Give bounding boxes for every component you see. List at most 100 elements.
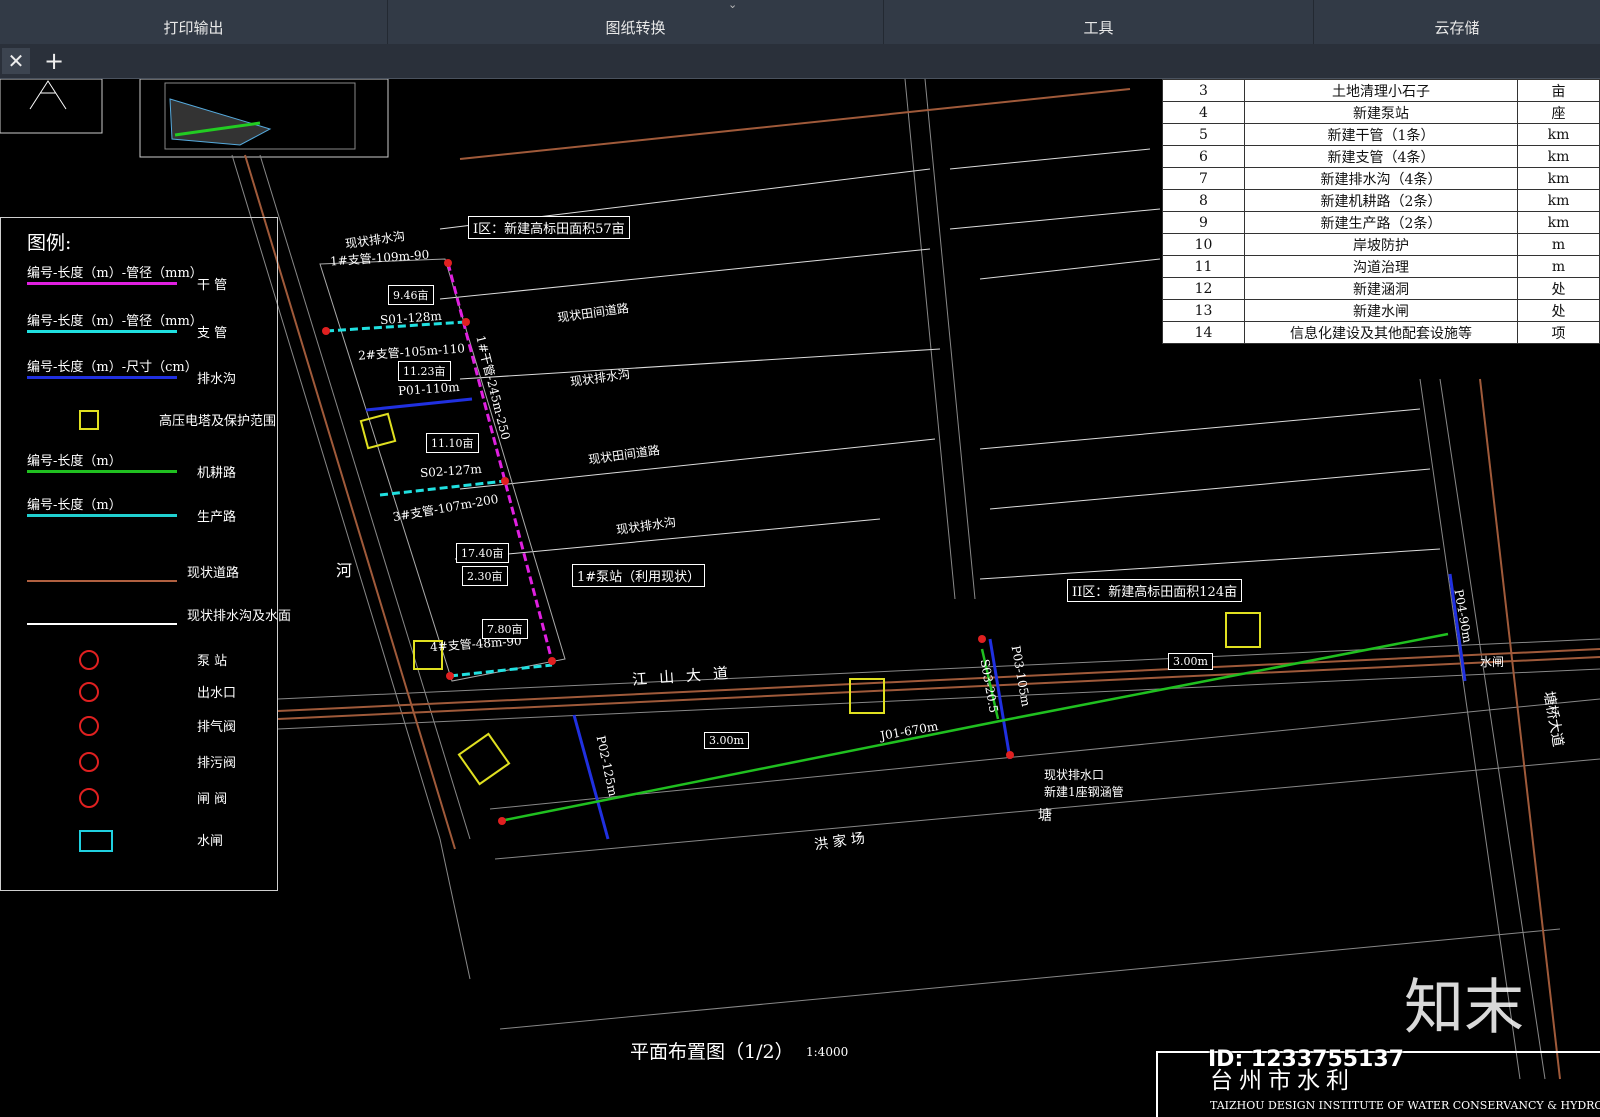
sluice-label: 水闸 (1480, 655, 1505, 669)
pump-station-label: 1#泵站（利用现状） (572, 564, 706, 587)
row-number: 5 (1162, 123, 1245, 146)
legend-item-label: 排气阀 (197, 720, 237, 735)
row-item: 信息化建设及其他配套设施等 (1244, 321, 1518, 344)
legend-symbol (27, 470, 177, 473)
row-unit: m (1516, 255, 1600, 278)
width-label-1: 3.00m (704, 732, 749, 749)
legend-symbol (79, 682, 99, 702)
legend-sample-text: 编号-长度（m）-管径（mm） (27, 314, 203, 329)
legend-item-label: 机耕路 (197, 466, 237, 481)
table-row: 14 信息化建设及其他配套设施等项 (1162, 321, 1600, 344)
row-item: 新建涵洞 (1244, 277, 1518, 300)
menu-tools[interactable]: 工具 (884, 0, 1314, 44)
legend-symbol (79, 410, 99, 430)
row-unit: km (1516, 189, 1600, 212)
row-unit: 处 (1516, 277, 1600, 300)
row-number: 13 (1162, 299, 1245, 322)
width-label-2: 3.00m (1168, 653, 1213, 670)
legend-item-label: 支 管 (197, 326, 228, 341)
add-tab-icon[interactable]: + (40, 47, 68, 75)
row-item: 新建泵站 (1244, 101, 1518, 124)
legend-sample-text: 编号-长度（m）-管径（mm） (27, 266, 203, 281)
legend-symbol (27, 514, 177, 517)
legend-item-label: 生产路 (197, 510, 237, 525)
area-label-4: 17.40亩 (456, 543, 509, 563)
row-number: 12 (1162, 277, 1245, 300)
pond-label: 塘 (1038, 808, 1052, 824)
legend-symbol (27, 282, 177, 285)
row-unit: km (1516, 211, 1600, 234)
row-unit: 亩 (1516, 79, 1600, 102)
legend-item-label: 泵 站 (197, 654, 228, 669)
legend-item-label: 排污阀 (197, 756, 237, 771)
row-number: 8 (1162, 189, 1245, 212)
row-item: 新建机耕路（2条） (1244, 189, 1518, 212)
north-arrow-icon (29, 80, 67, 110)
row-unit: 项 (1516, 321, 1600, 344)
area-label-5: 2.30亩 (462, 566, 508, 586)
row-number: 6 (1162, 145, 1245, 168)
table-row: 5 新建干管（1条） km (1162, 123, 1600, 146)
legend: 图例: 编号-长度（m）-管径（mm）干 管编号-长度（m）-管径（mm）支 管… (0, 217, 291, 891)
legend-symbol (27, 330, 177, 333)
drawing-canvas[interactable]: 3 土地清理小石子亩 4 新建泵站座 5 新建干管（1条） km 6 新建支管（4条） km 7 新建… (0, 79, 1600, 1117)
drains (365, 397, 1467, 840)
close-icon[interactable]: ✕ (2, 48, 30, 74)
menu-cloud-storage[interactable]: 云存储 (1314, 0, 1600, 44)
legend-item-label: 干 管 (197, 278, 228, 293)
row-item: 新建支管（4条） (1244, 145, 1518, 168)
legend-title: 图例: (27, 232, 72, 254)
menu-print-output[interactable]: 打印输出 (0, 0, 388, 44)
row-number: 7 (1162, 167, 1245, 190)
row-number: 14 (1162, 321, 1245, 344)
legend-sample-text: 编号-长度（m） (27, 498, 122, 513)
row-unit: 座 (1516, 101, 1600, 124)
company-name-en: TAIZHOU DESIGN INSTITUTE OF WATER CONSER… (1210, 1099, 1600, 1112)
legend-item-label: 水闸 (197, 834, 224, 849)
quantity-table: 3 土地清理小石子亩 4 新建泵站座 5 新建干管（1条） km 6 新建支管（4条） km 7 新建… (1162, 79, 1600, 344)
legend-symbol (27, 580, 177, 582)
legend-item-label: 闸 阀 (197, 792, 228, 807)
menu-drawing-convert[interactable]: 图纸转换 (388, 0, 884, 44)
row-item: 岸坡防护 (1244, 233, 1518, 256)
table-row: 9 新建生产路（2条） km (1162, 211, 1600, 234)
machine-road (499, 632, 1449, 823)
table-row: 13 新建水闸处 (1162, 299, 1600, 322)
row-item: 新建干管（1条） (1244, 123, 1518, 146)
row-unit: km (1516, 123, 1600, 146)
legend-item-label: 现状排水沟及水面 (187, 609, 292, 624)
table-row: 11 沟道治理 m (1162, 255, 1600, 278)
legend-symbol (27, 376, 177, 379)
table-row: 12 新建涵洞处 (1162, 277, 1600, 300)
zone-2-label: II区：新建高标田面积124亩 (1067, 579, 1243, 602)
table-row: 6 新建支管（4条） km (1162, 145, 1600, 168)
plan-scale: 1:4000 (806, 1045, 849, 1059)
watermark-logo: 知末 (1404, 973, 1524, 1043)
legend-symbol (79, 716, 99, 736)
zone-1-label: I区：新建高标田面积57亩 (468, 216, 630, 239)
row-number: 9 (1162, 211, 1245, 234)
legend-symbol (79, 752, 99, 772)
area-label-1: 9.46亩 (388, 285, 434, 305)
row-number: 11 (1162, 255, 1245, 278)
row-number: 3 (1162, 79, 1245, 102)
row-unit: km (1516, 145, 1600, 168)
table-row: 10 岸坡防护 m (1162, 233, 1600, 256)
area-label-6: 7.80亩 (482, 619, 528, 639)
legend-item-label: 排水沟 (197, 372, 237, 387)
tabbar: ✕ + (0, 44, 1600, 79)
legend-item-label: 出水口 (197, 686, 237, 701)
row-number: 10 (1162, 233, 1245, 256)
row-item: 新建排水沟（4条） (1244, 167, 1518, 190)
culvert-label: 新建1座钢涵管 (1044, 785, 1124, 799)
row-unit: km (1516, 167, 1600, 190)
legend-item-label: 高压电塔及保护范围 (159, 414, 277, 429)
area-label-2: 11.23亩 (398, 361, 451, 381)
menubar: 打印输出 图纸转换 工具 云存储 ⌄ (0, 0, 1600, 44)
row-unit: m (1516, 233, 1600, 256)
legend-symbol (79, 788, 99, 808)
chevron-down-icon[interactable]: ⌄ (728, 0, 737, 11)
legend-item-label: 现状道路 (187, 566, 240, 581)
table-row: 7 新建排水沟（4条） km (1162, 167, 1600, 190)
table-row: 4 新建泵站座 (1162, 101, 1600, 124)
